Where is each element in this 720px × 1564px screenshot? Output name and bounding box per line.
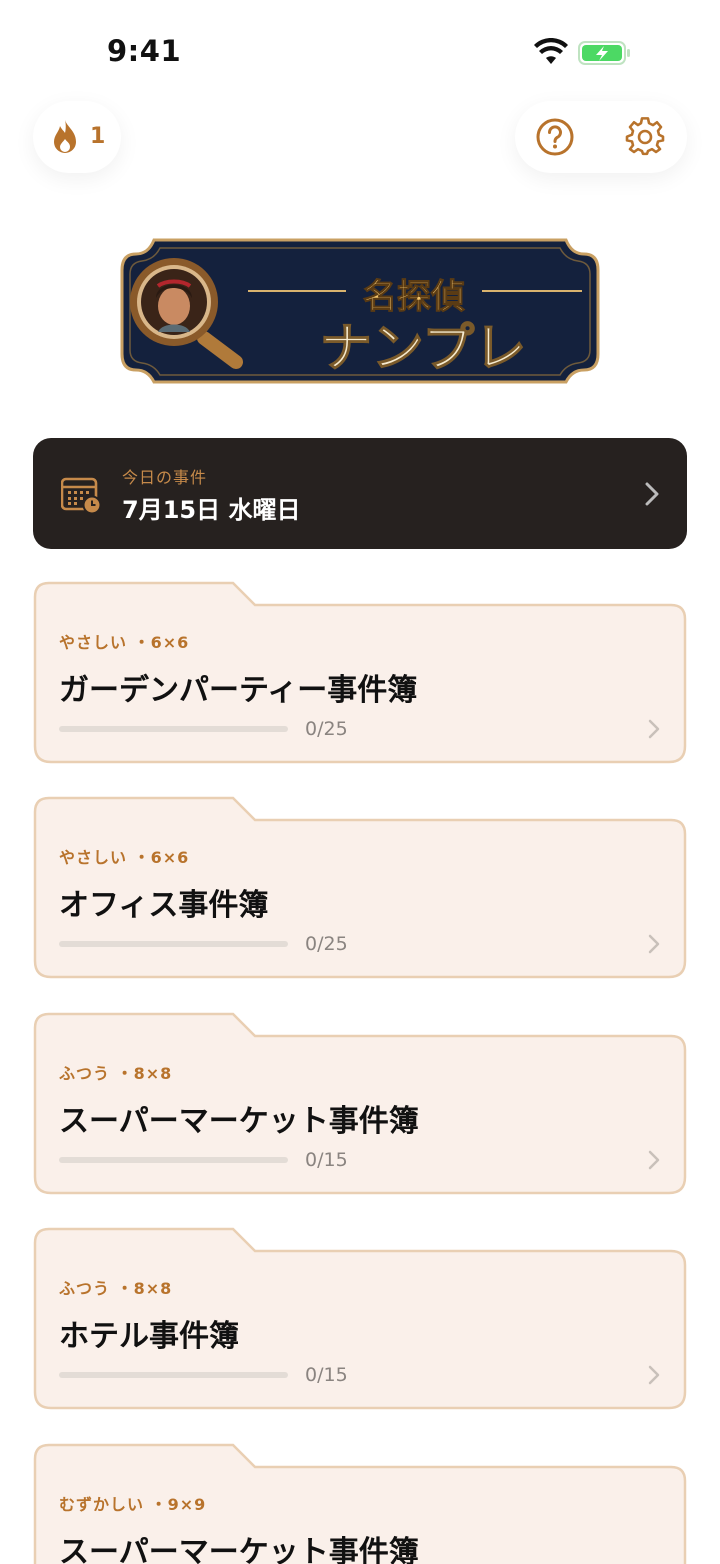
- difficulty-level: ふつう: [59, 1279, 111, 1298]
- difficulty-level: ふつう: [59, 1064, 111, 1083]
- header-actions: [515, 101, 687, 173]
- casebook-difficulty: むずかしい ・9×9: [59, 1491, 206, 1515]
- casebook-difficulty: やさしい ・6×6: [59, 844, 189, 868]
- progress-text: 0/25: [305, 933, 348, 955]
- difficulty-level: やさしい: [59, 848, 128, 867]
- help-circle-icon[interactable]: [535, 117, 575, 157]
- progress-text: 0/15: [305, 1149, 348, 1171]
- grid-size: ・6×6: [133, 848, 190, 867]
- status-time: 9:41: [107, 34, 182, 68]
- casebook-title: ホテル事件簿: [59, 1319, 239, 1354]
- progress-bar: [59, 941, 288, 947]
- casebook-card[interactable]: ふつう ・8×8 スーパーマーケット事件簿 0/15: [33, 1012, 687, 1195]
- chevron-right-icon: [648, 719, 660, 739]
- casebook-card[interactable]: ふつう ・8×8 ホテル事件簿 0/15: [33, 1227, 687, 1410]
- streak-button[interactable]: 1: [33, 101, 121, 173]
- difficulty-level: やさしい: [59, 633, 128, 652]
- progress-bar: [59, 1372, 288, 1378]
- flame-icon: [54, 120, 76, 153]
- wifi-icon: [534, 38, 568, 64]
- casebook-difficulty: ふつう ・8×8: [59, 1275, 172, 1299]
- app-logo: 名探偵 ナンプレ: [120, 238, 600, 384]
- casebook-card[interactable]: やさしい ・6×6 オフィス事件簿 0/25: [33, 796, 687, 979]
- casebook-title: オフィス事件簿: [59, 888, 269, 923]
- daily-case-card[interactable]: 今日の事件 7月15日 水曜日: [33, 438, 687, 549]
- daily-case-label: 今日の事件: [122, 468, 208, 487]
- chevron-right-icon: [648, 934, 660, 954]
- battery-icon: [578, 41, 630, 65]
- chevron-right-icon: [648, 1365, 660, 1385]
- grid-size: ・8×8: [116, 1064, 173, 1083]
- casebook-card[interactable]: やさしい ・6×6 ガーデンパーティー事件簿 0/25: [33, 581, 687, 764]
- status-bar: 9:41: [0, 0, 720, 100]
- casebook-card[interactable]: むずかしい ・9×9 スーパーマーケット事件簿: [33, 1443, 687, 1564]
- casebook-title: スーパーマーケット事件簿: [59, 1104, 419, 1139]
- progress-bar: [59, 1157, 288, 1163]
- chevron-right-icon: [648, 1150, 660, 1170]
- difficulty-level: むずかしい: [59, 1495, 145, 1514]
- gear-icon[interactable]: [625, 117, 665, 157]
- casebook-title: ガーデンパーティー事件簿: [59, 673, 418, 708]
- progress-bar: [59, 726, 288, 732]
- casebook-title: スーパーマーケット事件簿: [59, 1535, 419, 1564]
- calendar-icon: [61, 477, 102, 514]
- chevron-right-icon: [645, 482, 659, 506]
- progress-text: 0/15: [305, 1364, 348, 1386]
- logo-title-main: ナンプレ: [320, 319, 526, 379]
- logo-title-top: 名探偵: [363, 277, 465, 317]
- grid-size: ・8×8: [116, 1279, 173, 1298]
- casebook-difficulty: ふつう ・8×8: [59, 1060, 172, 1084]
- progress-text: 0/25: [305, 718, 348, 740]
- grid-size: ・9×9: [150, 1495, 207, 1514]
- casebook-difficulty: やさしい ・6×6: [59, 629, 189, 653]
- streak-count: 1: [90, 124, 106, 149]
- daily-case-date: 7月15日 水曜日: [122, 496, 301, 524]
- grid-size: ・6×6: [133, 633, 190, 652]
